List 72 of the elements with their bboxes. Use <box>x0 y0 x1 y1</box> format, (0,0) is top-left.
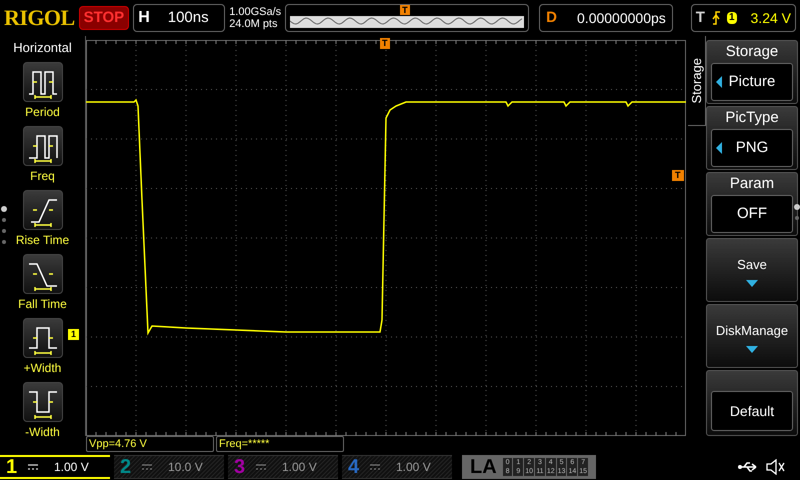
softkey-button[interactable]: Save <box>706 238 798 302</box>
softkey-button[interactable]: PicType PNG <box>706 106 798 170</box>
la-label: LA <box>470 455 497 480</box>
measure-label: Period <box>25 104 60 120</box>
softkey-label: Default <box>730 402 774 420</box>
memory-depth: 24.0M pts <box>229 18 278 30</box>
measure-button[interactable] <box>22 318 62 358</box>
dc-coupling-icon <box>370 464 380 470</box>
measure-label: Freq <box>30 168 55 184</box>
down-arrow-icon <box>746 346 758 354</box>
delay-label: D <box>546 8 558 28</box>
left-arrow-icon <box>716 142 722 154</box>
softkey-title: Storage <box>726 43 778 61</box>
delay-value: 0.00000000ps <box>577 8 666 28</box>
channel-button[interactable]: 4 1.00 V <box>342 455 452 479</box>
channel-number: 3 <box>234 455 246 480</box>
measurement-readout: Vpp=4.76 V <box>86 436 214 452</box>
measure-label: Fall Time <box>18 296 67 312</box>
dc-coupling-icon <box>256 464 266 470</box>
measure-label: Rise Time <box>16 232 70 248</box>
down-arrow-icon <box>746 280 758 288</box>
rising-edge-icon <box>710 11 721 25</box>
measure-button[interactable] <box>22 382 62 422</box>
measure-button[interactable] <box>22 254 62 294</box>
speaker-muted-icon <box>766 459 786 475</box>
measure-button[interactable] <box>22 190 62 230</box>
delay-panel[interactable]: D 0.00000000ps <box>539 4 673 32</box>
measurement-readout: Freq=***** <box>216 436 344 452</box>
channel-button[interactable]: 2 10.0 V <box>114 455 224 479</box>
softkey-value: OFF <box>737 204 767 224</box>
menu-tab[interactable]: Storage <box>686 58 706 104</box>
softkey-value: PNG <box>736 138 768 158</box>
measure-label: +Width <box>24 360 62 376</box>
brand-logo: RIGOL <box>4 7 75 29</box>
softkey-button[interactable]: Storage Picture <box>706 40 798 104</box>
measure-label: -Width <box>25 424 60 440</box>
channel-number: 4 <box>348 455 360 480</box>
channel-button[interactable]: 3 1.00 V <box>228 455 338 479</box>
softkey-label: Save <box>737 256 767 274</box>
channel-scale: 1.00 V <box>396 459 431 476</box>
channel-button[interactable]: 1 1.00 V <box>0 455 110 479</box>
trigger-position-marker: T <box>400 5 410 15</box>
measure-button[interactable] <box>22 62 62 102</box>
menu-title: Horizontal <box>13 39 72 57</box>
timebase-value: 100ns <box>168 8 209 28</box>
channel-number: 2 <box>120 455 132 480</box>
trigger-position-marker: T <box>380 38 390 49</box>
softkey-value: Picture <box>728 72 776 92</box>
trigger-level: 3.24 V <box>750 8 791 28</box>
dc-coupling-icon <box>142 464 152 470</box>
trigger-source-badge: 1 <box>726 12 737 24</box>
timebase-panel[interactable]: H 100ns <box>133 4 226 32</box>
softkey-button[interactable]: Default <box>706 370 798 436</box>
timebase-label: H <box>138 8 150 28</box>
softkey-title: Param <box>730 175 774 193</box>
softkey-title: PicType <box>725 109 779 127</box>
trigger-panel[interactable]: T 1 3.24 V <box>690 4 796 32</box>
channel-offset-marker: 1 <box>68 329 80 340</box>
sample-rate: 1.00GSa/s <box>229 6 282 18</box>
dc-coupling-icon <box>28 464 38 470</box>
channel-scale: 10.0 V <box>168 459 203 476</box>
trigger-level-marker: T <box>672 170 684 181</box>
channel-scale: 1.00 V <box>54 459 89 476</box>
softkey-button[interactable]: Param OFF <box>706 172 798 236</box>
channel-number: 1 <box>6 455 18 480</box>
softkey-button[interactable]: DiskManage <box>706 304 798 368</box>
softkey-label: DiskManage <box>716 322 788 340</box>
trigger-label: T <box>696 8 705 28</box>
left-arrow-icon <box>716 76 722 88</box>
page-indicator-icon <box>1 206 7 246</box>
channel-scale: 1.00 V <box>282 459 317 476</box>
measure-button[interactable] <box>22 126 62 166</box>
